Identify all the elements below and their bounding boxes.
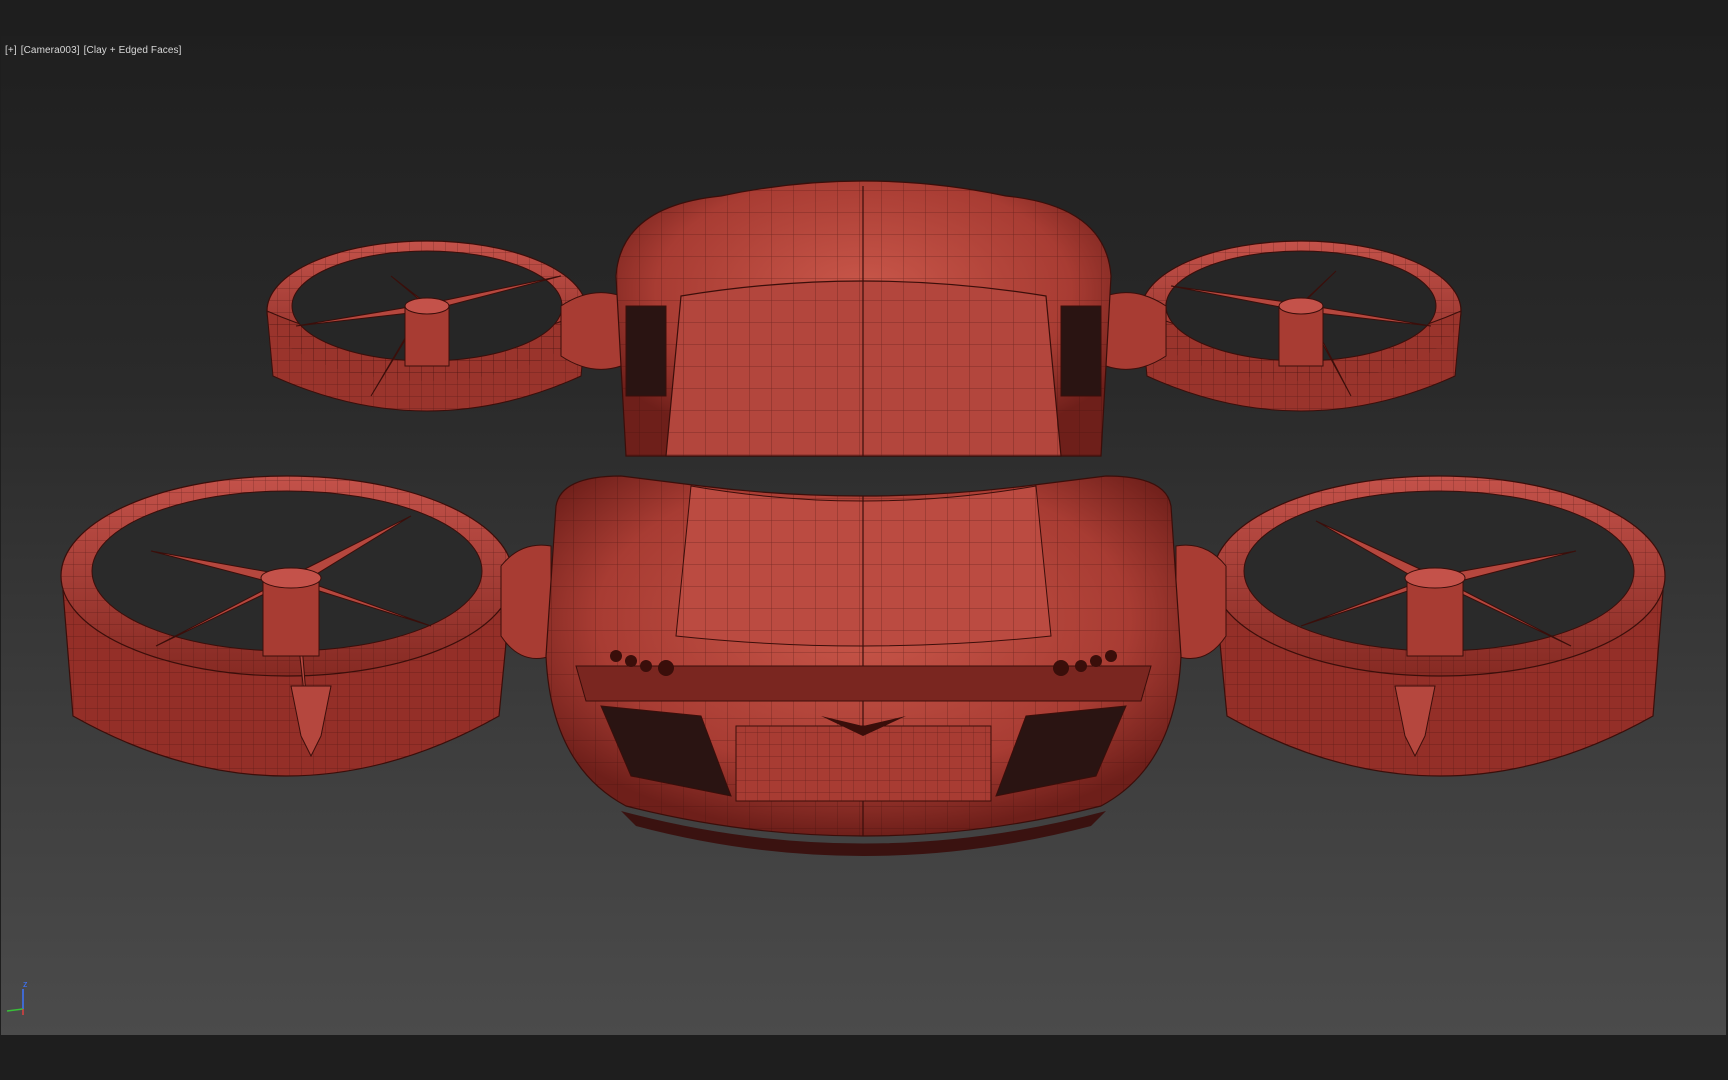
axis-gizmo: z [3,979,33,1019]
bottom-bar [0,1035,1728,1080]
arm-front-left [500,544,552,659]
rotor-front-right[interactable] [1212,475,1666,777]
arm-front-right [1175,544,1227,659]
arm-back-left [560,292,622,370]
3d-viewport[interactable]: [+] [Camera003] [Clay + Edged Faces] z [1,36,1726,1035]
side-vent-left [625,305,667,397]
rotor-back-right[interactable] [1140,240,1462,412]
rotor-front-left[interactable] [60,475,514,777]
axis-z-label: z [23,979,28,989]
drone-car-model[interactable] [1,36,1726,1035]
side-vent-right [1060,305,1102,397]
cockpit[interactable] [615,180,1112,457]
front-body[interactable] [545,475,1182,856]
rotor-back-left[interactable] [266,240,588,412]
arm-back-right [1105,292,1167,370]
